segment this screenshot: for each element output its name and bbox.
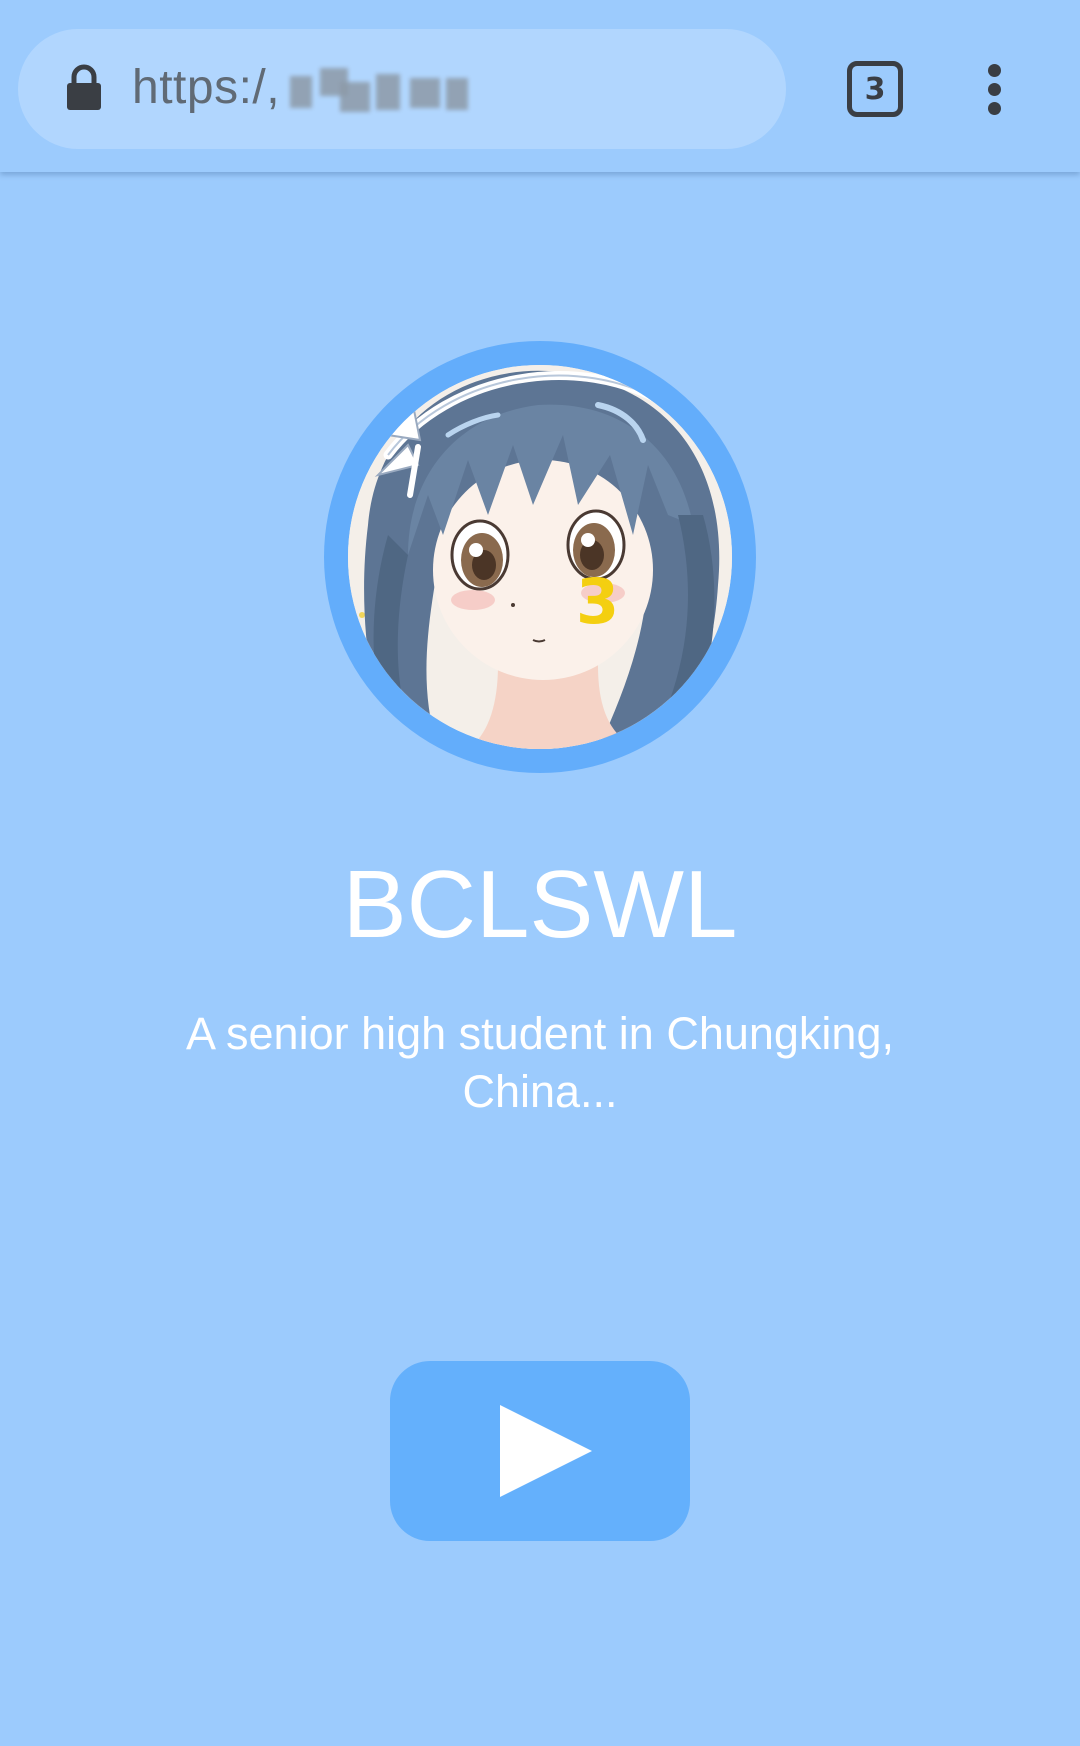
- play-icon: [500, 1405, 592, 1497]
- tab-switcher-button[interactable]: 3: [847, 61, 903, 117]
- lock-icon: [67, 64, 101, 110]
- profile-bio: A senior high student in Chungking, Chin…: [186, 1008, 894, 1117]
- play-button[interactable]: [390, 1361, 690, 1541]
- avatar: 3: [348, 365, 732, 749]
- url-text[interactable]: https:/,: [132, 58, 280, 118]
- avatar-badge-text: 3: [576, 565, 619, 638]
- profile-name: BCLSWL: [342, 851, 738, 958]
- browser-toolbar: https:/, 3: [0, 0, 1080, 172]
- url-redaction: [278, 68, 478, 116]
- more-vert-icon[interactable]: [978, 62, 1014, 116]
